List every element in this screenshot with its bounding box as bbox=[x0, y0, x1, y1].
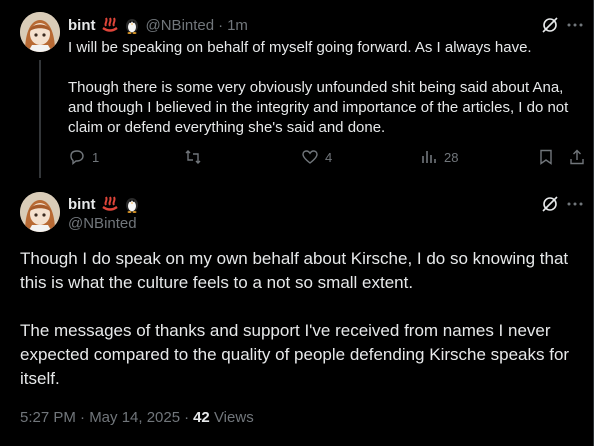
reply-count: 1 bbox=[92, 149, 100, 165]
avatar[interactable] bbox=[20, 192, 60, 232]
penguin-emoji-icon bbox=[124, 195, 140, 213]
avatar[interactable] bbox=[20, 12, 60, 52]
separator-dot: · bbox=[184, 409, 190, 426]
thread-connector-line bbox=[39, 60, 41, 178]
tweet2-header: bint bbox=[68, 195, 140, 213]
bookmark-icon bbox=[540, 149, 552, 165]
heart-icon bbox=[302, 150, 318, 164]
tweet1-header: bint @NBinted · 1m bbox=[68, 16, 248, 34]
views-button[interactable]: 28 bbox=[420, 148, 458, 166]
handle[interactable]: @NBinted bbox=[146, 17, 215, 34]
hot-springs-emoji-icon bbox=[100, 195, 120, 213]
grok-icon[interactable] bbox=[541, 16, 559, 34]
separator-dot: · bbox=[218, 16, 224, 34]
hot-springs-emoji-icon bbox=[100, 16, 120, 34]
share-button[interactable] bbox=[568, 148, 586, 166]
views-count: 28 bbox=[444, 149, 459, 165]
retweet-icon bbox=[185, 150, 201, 164]
avatar-image-icon bbox=[20, 192, 60, 232]
tweet2-text: Though I do speak on my own behalf about… bbox=[20, 249, 570, 388]
like-button[interactable]: 4 bbox=[301, 148, 332, 166]
relative-time[interactable]: 1m bbox=[227, 17, 248, 34]
more-options-icon[interactable] bbox=[566, 195, 584, 213]
display-name[interactable]: bint bbox=[68, 196, 96, 213]
bookmark-button[interactable] bbox=[537, 148, 555, 166]
retweet-button[interactable] bbox=[184, 148, 208, 166]
penguin-emoji-icon bbox=[124, 16, 140, 34]
display-name[interactable]: bint bbox=[68, 17, 96, 34]
share-icon bbox=[570, 149, 584, 165]
more-options-icon[interactable] bbox=[566, 16, 584, 34]
reply-icon bbox=[70, 150, 84, 165]
tweet2-meta: 5:27 PM · May 14, 2025 · 42 Views bbox=[20, 409, 254, 426]
avatar-image-icon bbox=[20, 12, 60, 52]
views-count: 42 bbox=[193, 409, 210, 426]
tweet1-action-bar: 1 4 28 bbox=[68, 148, 588, 172]
like-count: 4 bbox=[325, 149, 333, 165]
reply-button[interactable]: 1 bbox=[68, 148, 99, 166]
tweet1-text: I will be speaking on behalf of myself g… bbox=[68, 39, 569, 136]
analytics-icon bbox=[422, 151, 436, 163]
handle[interactable]: @NBinted bbox=[68, 215, 137, 232]
grok-icon[interactable] bbox=[541, 195, 559, 213]
views-label: Views bbox=[213, 409, 254, 426]
tweet2-handle-row: @NBinted bbox=[68, 215, 137, 232]
timestamp[interactable]: 5:27 PM · May 14, 2025 bbox=[20, 409, 180, 426]
